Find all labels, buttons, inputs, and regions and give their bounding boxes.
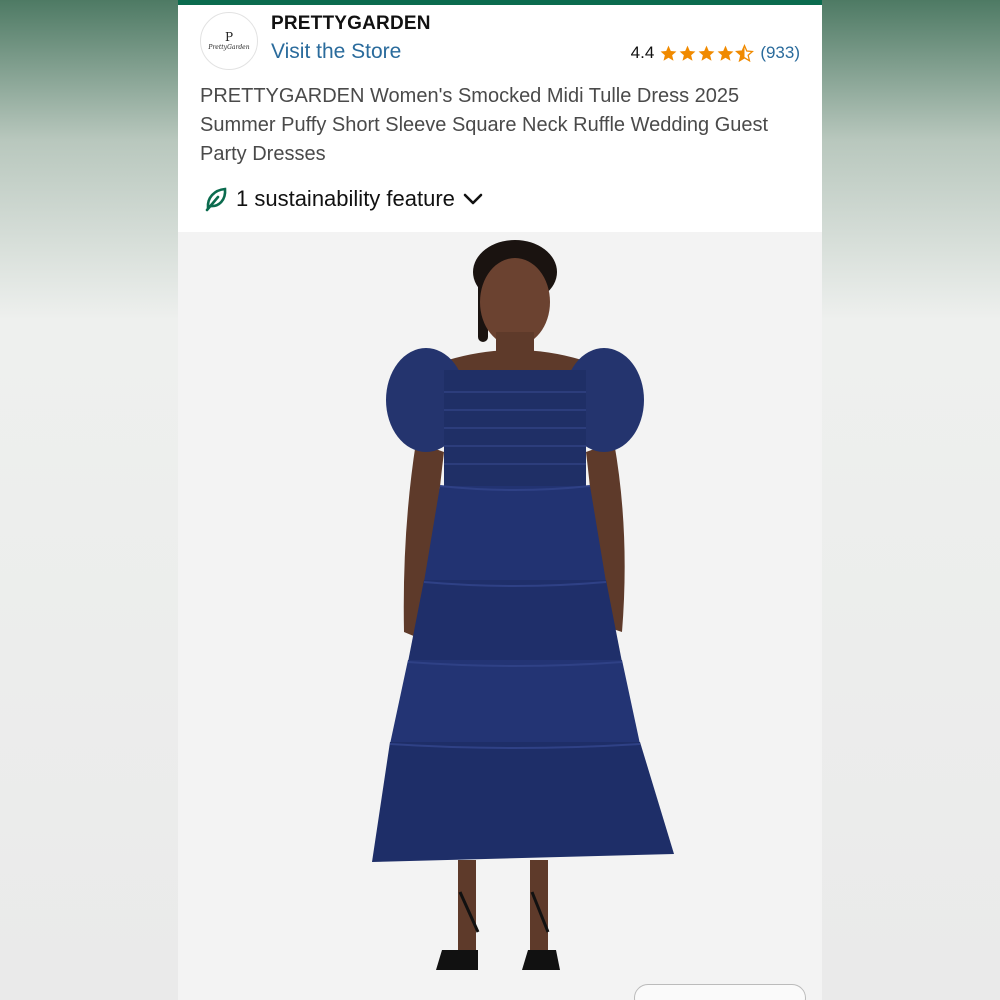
store-name: PRETTYGARDEN xyxy=(271,13,431,34)
store-header: P PrettyGarden PRETTYGARDEN Visit the St… xyxy=(200,12,800,72)
top-accent-bar xyxy=(178,0,822,5)
background-right xyxy=(822,0,1000,1000)
product-screen: P PrettyGarden PRETTYGARDEN Visit the St… xyxy=(178,0,822,1000)
background-left xyxy=(0,0,178,1000)
visit-store-link[interactable]: Visit the Store xyxy=(271,40,401,64)
sustainability-label: 1 sustainability feature xyxy=(236,186,455,211)
store-logo[interactable]: P PrettyGarden xyxy=(200,12,258,70)
product-image[interactable] xyxy=(178,232,822,1000)
leaf-icon xyxy=(205,187,227,212)
rating-summary[interactable]: 4.4 (933) xyxy=(631,43,800,63)
star-icon xyxy=(698,45,715,61)
logo-text: PrettyGarden xyxy=(208,44,250,51)
image-pager-pill[interactable] xyxy=(634,984,806,1000)
star-icon xyxy=(717,45,734,61)
star-icon xyxy=(679,45,696,61)
model-dress-illustration xyxy=(372,240,674,970)
star-rating xyxy=(659,43,755,63)
product-title: PRETTYGARDEN Women's Smocked Midi Tulle … xyxy=(200,85,769,165)
rating-count: (933) xyxy=(760,43,800,62)
sustainability-toggle[interactable]: 1 sustainability feature xyxy=(204,186,483,212)
star-half-icon xyxy=(735,43,755,62)
chevron-down-icon xyxy=(463,193,483,205)
rating-value: 4.4 xyxy=(630,43,655,62)
logo-monogram: P xyxy=(224,30,234,44)
star-icon xyxy=(660,45,677,61)
